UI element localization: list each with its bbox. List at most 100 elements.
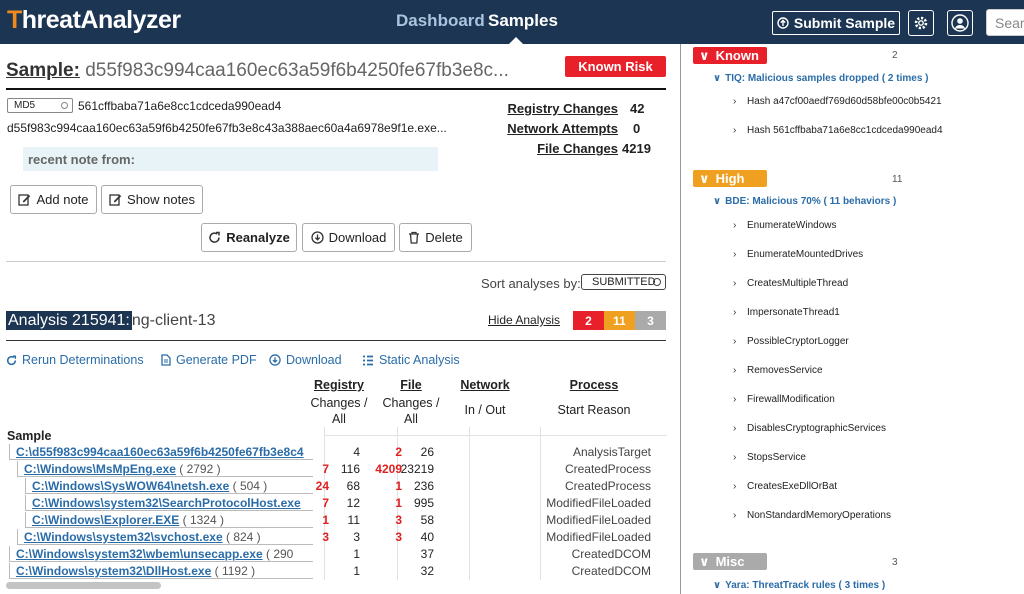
analysis-client: ng-client-13 [131, 312, 216, 329]
finding-item-label: Hash a47cf00aedf769d60d58bfe00c0b5421 [747, 96, 942, 107]
chevron-right-icon: › [733, 249, 737, 260]
add-note-label: Add note [36, 192, 89, 207]
process-path-link[interactable]: C:\Windows\system32\svchost.exe [24, 530, 223, 544]
finding-item[interactable]: › ImpersonateThread1 [733, 307, 840, 318]
network-attempts-label[interactable]: Network Attempts [507, 121, 618, 136]
edit-icon [18, 194, 31, 206]
generate-pdf-link[interactable]: Generate PDF [161, 353, 257, 367]
select-knob-icon [61, 102, 68, 109]
search-input[interactable]: Search [986, 9, 1024, 36]
misc-severity-header[interactable]: ∨ Misc [693, 553, 767, 570]
show-notes-label: Show notes [127, 192, 195, 207]
registry-changes-value: 42 [630, 101, 645, 116]
finding-item-label: NonStandardMemoryOperations [747, 510, 891, 521]
start-reason-cell: AnalysisTarget [572, 445, 651, 459]
delete-button[interactable]: Delete [399, 223, 472, 252]
finding-item[interactable]: › FirewallModification [733, 394, 835, 405]
sample-title-label: Sample: [6, 60, 80, 81]
analysis-download-link[interactable]: Download [269, 353, 342, 367]
start-reason-cell: ModifiedFileLoaded [546, 496, 651, 510]
process-row: C:\Windows\Explorer.EXE ( 1324 ) [32, 513, 304, 527]
chevron-right-icon: › [733, 307, 737, 318]
finding-item-label: RemovesService [747, 365, 823, 376]
finding-item[interactable]: › StopsService [733, 452, 806, 463]
app-logo[interactable]: ThreatAnalyzer [7, 6, 181, 35]
sort-select[interactable]: SUBMITTED [581, 274, 666, 290]
reanalyze-button[interactable]: Reanalyze [201, 223, 297, 252]
finding-item-label: FirewallModification [747, 394, 835, 405]
registry-all-cell: 1 [353, 564, 360, 578]
network-column-header[interactable]: Network [455, 378, 515, 392]
registry-column-header[interactable]: Registry [309, 378, 369, 392]
registry-all-cell: 116 [340, 462, 360, 476]
misc-count-badge[interactable]: 3 [635, 311, 666, 330]
finding-item[interactable]: › CreatesMultipleThread [733, 278, 848, 289]
start-reason-cell: CreatedProcess [564, 462, 651, 476]
file-all-cell: 995 [413, 496, 434, 510]
known-severity-header[interactable]: ∨ Known [693, 47, 767, 64]
static-analysis-link[interactable]: Static Analysis [362, 353, 460, 367]
finding-item[interactable]: › PossibleCryptorLogger [733, 336, 849, 347]
show-notes-button[interactable]: Show notes [101, 185, 203, 214]
process-path-link[interactable]: C:\Windows\system32\DllHost.exe [16, 564, 211, 578]
user-button[interactable] [947, 10, 973, 36]
process-path-link[interactable]: C:\Windows\Explorer.EXE [32, 513, 179, 527]
settings-button[interactable] [908, 10, 934, 36]
nav-dashboard[interactable]: Dashboard [396, 11, 485, 31]
file-column-header[interactable]: File [381, 378, 441, 392]
finding-item[interactable]: › RemovesService [733, 365, 823, 376]
finding-item[interactable]: › CreatesExeDllOrBat [733, 481, 837, 492]
file-changes-label[interactable]: File Changes [537, 141, 618, 156]
process-path-link[interactable]: C:\Windows\system32\SearchProtocolHost.e… [32, 496, 301, 510]
finding-item[interactable]: › NonStandardMemoryOperations [733, 510, 891, 521]
high-severity-header[interactable]: ∨ High [693, 170, 767, 187]
chevron-down-icon: ∨ [713, 580, 722, 591]
finding-item[interactable]: › DisablesCryptographicServices [733, 423, 886, 434]
process-path-link[interactable]: C:\Windows\SysWOW64\netsh.exe [32, 479, 229, 493]
registry-all-cell: 68 [346, 479, 360, 493]
finding-item[interactable]: › Hash 561cffbaba71a6e8cc1cdceda990ead4 [733, 125, 943, 136]
add-note-button[interactable]: Add note [10, 185, 97, 214]
registry-changes-label[interactable]: Registry Changes [507, 101, 618, 116]
known-risk-badge: Known Risk [565, 56, 666, 77]
start-reason-cell: ModifiedFileLoaded [546, 513, 651, 527]
tiq-group[interactable]: ∨ TIQ: Malicious samples dropped ( 2 time… [713, 73, 929, 84]
bde-group-label: BDE: Malicious 70% ( 11 behaviors ) [725, 196, 897, 207]
finding-item-label: CreatesMultipleThread [747, 278, 849, 289]
high-count-badge[interactable]: 11 [604, 311, 635, 330]
process-path-link[interactable]: C:\Windows\MsMpEng.exe [24, 462, 176, 476]
hide-analysis-link[interactable]: Hide Analysis [488, 313, 560, 327]
start-reason-cell: ModifiedFileLoaded [546, 530, 651, 544]
submit-sample-button[interactable]: Submit Sample [772, 11, 900, 35]
finding-item[interactable]: › EnumerateMountedDrives [733, 249, 863, 260]
registry-all-cell: 11 [347, 513, 360, 527]
edit-icon [109, 194, 122, 206]
finding-item-label: StopsService [747, 452, 806, 463]
process-path-link[interactable]: C:\Windows\system32\wbem\unsecapp.exe [16, 547, 263, 561]
file-all-cell: 236 [413, 479, 434, 493]
download-circle-icon [269, 354, 281, 366]
process-path-link[interactable]: C:\d55f983c994caa160ec63a59f6b4250fe67fb… [16, 445, 304, 459]
upload-circle-icon [777, 17, 789, 29]
select-knob-icon [653, 278, 661, 286]
registry-column-sub: Changes / [310, 396, 368, 410]
finding-item[interactable]: › EnumerateWindows [733, 220, 836, 231]
download-button[interactable]: Download [302, 223, 395, 252]
rerun-determinations-link[interactable]: Rerun Determinations [6, 353, 144, 367]
finding-item[interactable]: › Hash a47cf00aedf769d60d58bfe00c0b5421 [733, 96, 942, 107]
misc-count: 3 [892, 557, 898, 568]
document-icon [161, 354, 171, 366]
horizontal-scrollbar[interactable] [6, 582, 161, 589]
nav-samples[interactable]: Samples [488, 11, 558, 31]
chevron-right-icon: › [733, 365, 737, 376]
known-count-badge[interactable]: 2 [573, 311, 604, 330]
hash-type-select[interactable]: MD5 [7, 98, 73, 113]
registry-column-sub2: All [332, 412, 346, 426]
findings-pane: ∨ Known 2 ∨ TIQ: Malicious samples dropped… [681, 44, 1024, 594]
file-changes-value: 4219 [622, 141, 651, 156]
yara-group[interactable]: ∨ Yara: ThreatTrack rules ( 3 times ) [713, 580, 885, 591]
bde-group[interactable]: ∨ BDE: Malicious 70% ( 11 behaviors ) [713, 196, 896, 207]
sort-label: Sort analyses by: [481, 276, 581, 291]
process-column-header[interactable]: Process [554, 378, 634, 392]
chevron-right-icon: › [733, 96, 737, 107]
